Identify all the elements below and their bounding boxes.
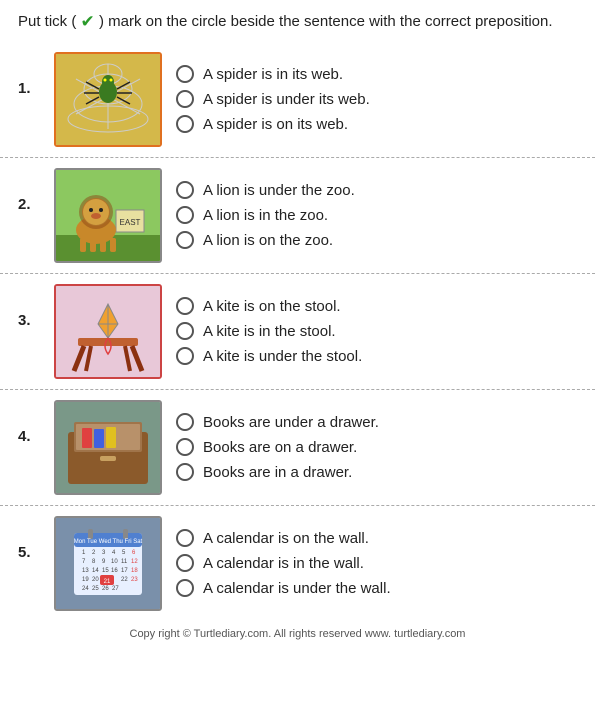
option-text-4-2: Books are on a drawer.: [203, 439, 357, 456]
question-image-2: EAST: [54, 168, 162, 263]
option-text-3-1: A kite is on the stool.: [203, 298, 341, 315]
option-text-2-3: A lion is on the zoo.: [203, 232, 333, 249]
svg-text:16: 16: [111, 568, 118, 574]
option-4-3[interactable]: Books are in a drawer.: [176, 463, 577, 481]
question-row-1: 1. A: [0, 42, 595, 158]
svg-text:15: 15: [102, 568, 109, 574]
option-text-4-1: Books are under a drawer.: [203, 414, 379, 431]
option-3-2[interactable]: A kite is in the stool.: [176, 322, 577, 340]
svg-text:27: 27: [112, 586, 119, 592]
question-image-5: Mon Tue Wed Thu Fri Sat 1 2 3 4 5 6 7 8 …: [54, 516, 162, 611]
question-number-1: 1.: [18, 52, 40, 97]
svg-text:20: 20: [92, 577, 99, 583]
svg-text:EAST: EAST: [120, 218, 141, 227]
option-3-1[interactable]: A kite is on the stool.: [176, 297, 577, 315]
option-text-5-2: A calendar is in the wall.: [203, 555, 364, 572]
radio-5-2[interactable]: [176, 554, 194, 572]
question-image-4: [54, 400, 162, 495]
option-text-1-1: A spider is in its web.: [203, 66, 343, 83]
option-text-2-2: A lion is in the zoo.: [203, 207, 328, 224]
option-5-2[interactable]: A calendar is in the wall.: [176, 554, 577, 572]
question-number-5: 5.: [18, 516, 40, 561]
question-row-5: 5. Mon Tue Wed Thu Fri Sat 1 2 3 4 5 6 7…: [0, 506, 595, 621]
svg-text:21: 21: [104, 579, 111, 585]
option-4-2[interactable]: Books are on a drawer.: [176, 438, 577, 456]
lion-image: EAST: [56, 170, 160, 261]
drawer-image: [56, 402, 160, 493]
option-2-3[interactable]: A lion is on the zoo.: [176, 231, 577, 249]
option-1-1[interactable]: A spider is in its web.: [176, 65, 577, 83]
radio-1-2[interactable]: [176, 90, 194, 108]
svg-text:11: 11: [121, 559, 128, 565]
radio-4-1[interactable]: [176, 413, 194, 431]
svg-text:26: 26: [102, 586, 109, 592]
option-4-1[interactable]: Books are under a drawer.: [176, 413, 577, 431]
option-text-1-3: A spider is on its web.: [203, 116, 348, 133]
options-3: A kite is on the stool. A kite is in the…: [176, 297, 577, 365]
question-image-1: [54, 52, 162, 147]
option-text-2-1: A lion is under the zoo.: [203, 182, 355, 199]
option-text-5-3: A calendar is under the wall.: [203, 580, 391, 597]
option-text-1-2: A spider is under its web.: [203, 91, 370, 108]
option-5-3[interactable]: A calendar is under the wall.: [176, 579, 577, 597]
option-text-3-2: A kite is in the stool.: [203, 323, 336, 340]
options-4: Books are under a drawer. Books are on a…: [176, 413, 577, 481]
question-number-4: 4.: [18, 400, 40, 445]
option-3-3[interactable]: A kite is under the stool.: [176, 347, 577, 365]
svg-text:17: 17: [121, 568, 128, 574]
svg-text:18: 18: [131, 568, 138, 574]
radio-2-2[interactable]: [176, 206, 194, 224]
question-row-3: 3. A kite is on the stool. A kite is in …: [0, 274, 595, 390]
question-row-4: 4. Books are under a drawer. Books are o…: [0, 390, 595, 506]
footer-copyright: Copy right © Turtlediary.com. All rights…: [0, 621, 595, 645]
radio-1-1[interactable]: [176, 65, 194, 83]
option-1-3[interactable]: A spider is on its web.: [176, 115, 577, 133]
question-number-3: 3.: [18, 284, 40, 329]
options-2: A lion is under the zoo. A lion is in th…: [176, 181, 577, 249]
svg-text:23: 23: [131, 577, 138, 583]
question-number-2: 2.: [18, 168, 40, 213]
radio-3-1[interactable]: [176, 297, 194, 315]
radio-4-3[interactable]: [176, 463, 194, 481]
svg-text:Mon Tue Wed Thu Fri Sat: Mon Tue Wed Thu Fri Sat: [74, 539, 143, 545]
option-text-5-1: A calendar is on the wall.: [203, 530, 369, 547]
question-image-3: [54, 284, 162, 379]
radio-5-1[interactable]: [176, 529, 194, 547]
svg-text:25: 25: [92, 586, 99, 592]
calendar-image: Mon Tue Wed Thu Fri Sat 1 2 3 4 5 6 7 8 …: [56, 518, 160, 609]
option-text-4-3: Books are in a drawer.: [203, 464, 352, 481]
radio-3-3[interactable]: [176, 347, 194, 365]
option-2-2[interactable]: A lion is in the zoo.: [176, 206, 577, 224]
option-2-1[interactable]: A lion is under the zoo.: [176, 181, 577, 199]
spider-image: [56, 54, 160, 145]
question-row-2: 2. EAST A: [0, 158, 595, 274]
options-1: A spider is in its web. A spider is unde…: [176, 65, 577, 133]
radio-4-2[interactable]: [176, 438, 194, 456]
svg-text:12: 12: [131, 559, 138, 565]
svg-text:24: 24: [82, 586, 89, 592]
option-text-3-3: A kite is under the stool.: [203, 348, 362, 365]
svg-text:14: 14: [92, 568, 99, 574]
radio-2-3[interactable]: [176, 231, 194, 249]
kite-stool-image: [56, 286, 160, 377]
svg-text:19: 19: [82, 577, 89, 583]
radio-1-3[interactable]: [176, 115, 194, 133]
svg-text:10: 10: [111, 559, 118, 565]
header-text-before: Put tick (: [18, 13, 76, 30]
header-text-after: ) mark on the circle beside the sentence…: [99, 13, 553, 30]
option-1-2[interactable]: A spider is under its web.: [176, 90, 577, 108]
radio-2-1[interactable]: [176, 181, 194, 199]
radio-5-3[interactable]: [176, 579, 194, 597]
tick-icon: ✔: [81, 10, 95, 34]
header-instruction: Put tick ( ✔ ) mark on the circle beside…: [0, 0, 595, 42]
options-5: A calendar is on the wall. A calendar is…: [176, 529, 577, 597]
option-5-1[interactable]: A calendar is on the wall.: [176, 529, 577, 547]
radio-3-2[interactable]: [176, 322, 194, 340]
svg-text:22: 22: [121, 577, 128, 583]
svg-text:13: 13: [82, 568, 89, 574]
